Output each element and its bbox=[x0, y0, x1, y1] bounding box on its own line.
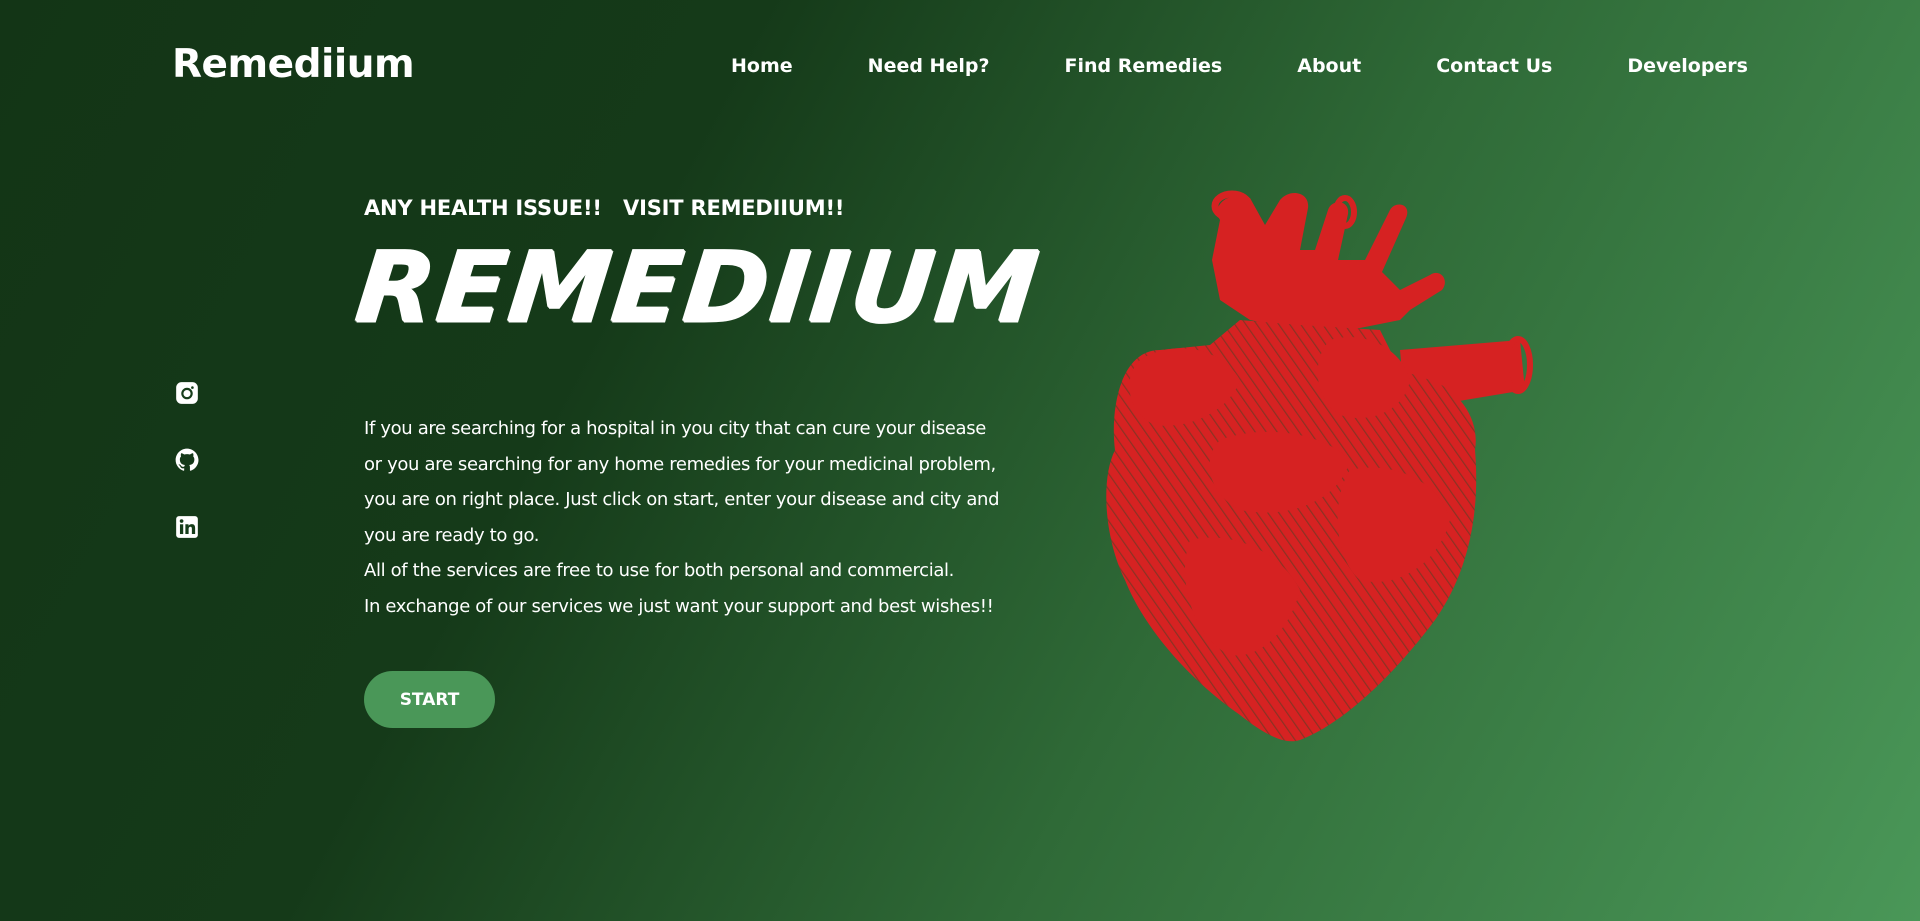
nav-home[interactable]: Home bbox=[731, 55, 793, 77]
instagram-icon[interactable] bbox=[173, 380, 201, 406]
description-line: or you are searching for any home remedi… bbox=[364, 453, 996, 475]
description-line: In exchange of our services we just want… bbox=[364, 595, 994, 617]
hero-title: REMEDIIUM bbox=[350, 231, 1046, 346]
nav-find-remedies[interactable]: Find Remedies bbox=[1064, 55, 1222, 77]
site-logo[interactable]: Remediium bbox=[172, 42, 415, 87]
heart-illustration bbox=[1106, 190, 1533, 742]
nav-contact-us[interactable]: Contact Us bbox=[1436, 55, 1552, 77]
linkedin-icon[interactable] bbox=[173, 514, 201, 540]
description-line: If you are searching for a hospital in y… bbox=[364, 418, 986, 439]
github-icon[interactable] bbox=[173, 447, 201, 473]
description-line: you are ready to go. bbox=[364, 524, 540, 546]
nav-about[interactable]: About bbox=[1297, 55, 1361, 77]
hero-tagline: ANY HEALTH ISSUE!! VISIT REMEDIIUM!! bbox=[364, 196, 845, 220]
social-links bbox=[173, 380, 201, 540]
start-button[interactable]: START bbox=[364, 671, 495, 728]
nav-developers[interactable]: Developers bbox=[1627, 55, 1748, 77]
description-line: All of the services are free to use for … bbox=[364, 560, 955, 582]
nav-need-help[interactable]: Need Help? bbox=[868, 55, 990, 77]
hero-description: If you are searching for a hospital in y… bbox=[364, 411, 1064, 625]
description-line: you are on right place. Just click on st… bbox=[364, 489, 1000, 511]
main-nav: Home Need Help? Find Remedies About Cont… bbox=[656, 55, 1748, 77]
